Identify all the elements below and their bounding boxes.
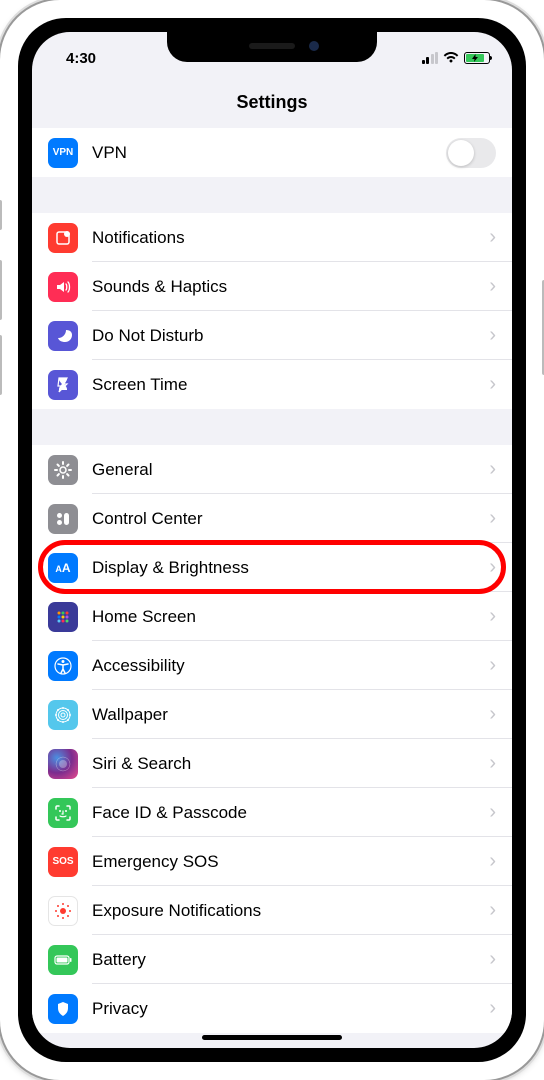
volume-up	[0, 260, 2, 320]
chevron-right-icon: ›	[489, 899, 496, 922]
chevron-right-icon: ›	[489, 850, 496, 873]
row-accessibility[interactable]: Accessibility ›	[32, 641, 512, 690]
row-label: Notifications	[92, 228, 489, 248]
page-title: Settings	[236, 92, 307, 113]
section-general: General › Control Center › AA	[32, 445, 512, 1033]
header: Settings	[32, 76, 512, 128]
row-controlcenter[interactable]: Control Center ›	[32, 494, 512, 543]
home-indicator[interactable]	[202, 1035, 342, 1040]
screen: 4:30 Settings	[32, 32, 512, 1048]
display-icon: AA	[48, 553, 78, 583]
row-siri[interactable]: Siri & Search ›	[32, 739, 512, 788]
phone-frame: 4:30 Settings	[0, 0, 544, 1080]
row-privacy[interactable]: Privacy ›	[32, 984, 512, 1033]
row-vpn[interactable]: VPN VPN	[32, 128, 512, 177]
settings-list[interactable]: VPN VPN Notifications ›	[32, 128, 512, 1048]
row-label: Face ID & Passcode	[92, 803, 489, 823]
row-label: Siri & Search	[92, 754, 489, 774]
chevron-right-icon: ›	[489, 752, 496, 775]
chevron-right-icon: ›	[489, 226, 496, 249]
siri-icon	[48, 749, 78, 779]
chevron-right-icon: ›	[489, 605, 496, 628]
volume-down	[0, 335, 2, 395]
chevron-right-icon: ›	[489, 703, 496, 726]
chevron-right-icon: ›	[489, 373, 496, 396]
accessibility-icon	[48, 651, 78, 681]
mute-switch	[0, 200, 2, 230]
chevron-right-icon: ›	[489, 948, 496, 971]
sos-icon: SOS	[48, 847, 78, 877]
row-label: Exposure Notifications	[92, 901, 489, 921]
screentime-icon	[48, 370, 78, 400]
notch	[167, 32, 377, 62]
row-sounds[interactable]: Sounds & Haptics ›	[32, 262, 512, 311]
chevron-right-icon: ›	[489, 997, 496, 1020]
chevron-right-icon: ›	[489, 324, 496, 347]
section-vpn: VPN VPN	[32, 128, 512, 177]
vpn-toggle[interactable]	[446, 138, 496, 168]
row-label: Emergency SOS	[92, 852, 489, 872]
sounds-icon	[48, 272, 78, 302]
row-label: Accessibility	[92, 656, 489, 676]
chevron-right-icon: ›	[489, 507, 496, 530]
chevron-right-icon: ›	[489, 654, 496, 677]
row-battery[interactable]: Battery ›	[32, 935, 512, 984]
row-label: Display & Brightness	[92, 558, 489, 578]
row-faceid[interactable]: Face ID & Passcode ›	[32, 788, 512, 837]
row-sos[interactable]: SOS Emergency SOS ›	[32, 837, 512, 886]
vpn-icon: VPN	[48, 138, 78, 168]
general-icon	[48, 455, 78, 485]
row-general[interactable]: General ›	[32, 445, 512, 494]
homescreen-icon	[48, 602, 78, 632]
row-label: Privacy	[92, 999, 489, 1019]
row-label: Home Screen	[92, 607, 489, 627]
row-exposure[interactable]: Exposure Notifications ›	[32, 886, 512, 935]
row-screentime[interactable]: Screen Time ›	[32, 360, 512, 409]
controlcenter-icon	[48, 504, 78, 534]
row-dnd[interactable]: Do Not Disturb ›	[32, 311, 512, 360]
wallpaper-icon	[48, 700, 78, 730]
row-label: VPN	[92, 143, 446, 163]
status-time: 4:30	[54, 50, 96, 67]
exposure-icon	[48, 896, 78, 926]
battery-row-icon	[48, 945, 78, 975]
battery-icon	[464, 52, 490, 64]
notifications-icon	[48, 223, 78, 253]
chevron-right-icon: ›	[489, 458, 496, 481]
row-label: Screen Time	[92, 375, 489, 395]
section-notifications: Notifications › Sounds & Haptics ›	[32, 213, 512, 409]
wifi-icon	[443, 52, 459, 64]
dnd-icon	[48, 321, 78, 351]
row-label: Do Not Disturb	[92, 326, 489, 346]
row-label: Sounds & Haptics	[92, 277, 489, 297]
chevron-right-icon: ›	[489, 801, 496, 824]
privacy-icon	[48, 994, 78, 1024]
row-label: General	[92, 460, 489, 480]
chevron-right-icon: ›	[489, 556, 496, 579]
row-wallpaper[interactable]: Wallpaper ›	[32, 690, 512, 739]
row-display[interactable]: AA Display & Brightness ›	[32, 543, 512, 592]
faceid-icon	[48, 798, 78, 828]
row-homescreen[interactable]: Home Screen ›	[32, 592, 512, 641]
row-notifications[interactable]: Notifications ›	[32, 213, 512, 262]
row-label: Control Center	[92, 509, 489, 529]
cellular-signal-icon	[422, 53, 439, 64]
row-label: Battery	[92, 950, 489, 970]
chevron-right-icon: ›	[489, 275, 496, 298]
row-label: Wallpaper	[92, 705, 489, 725]
